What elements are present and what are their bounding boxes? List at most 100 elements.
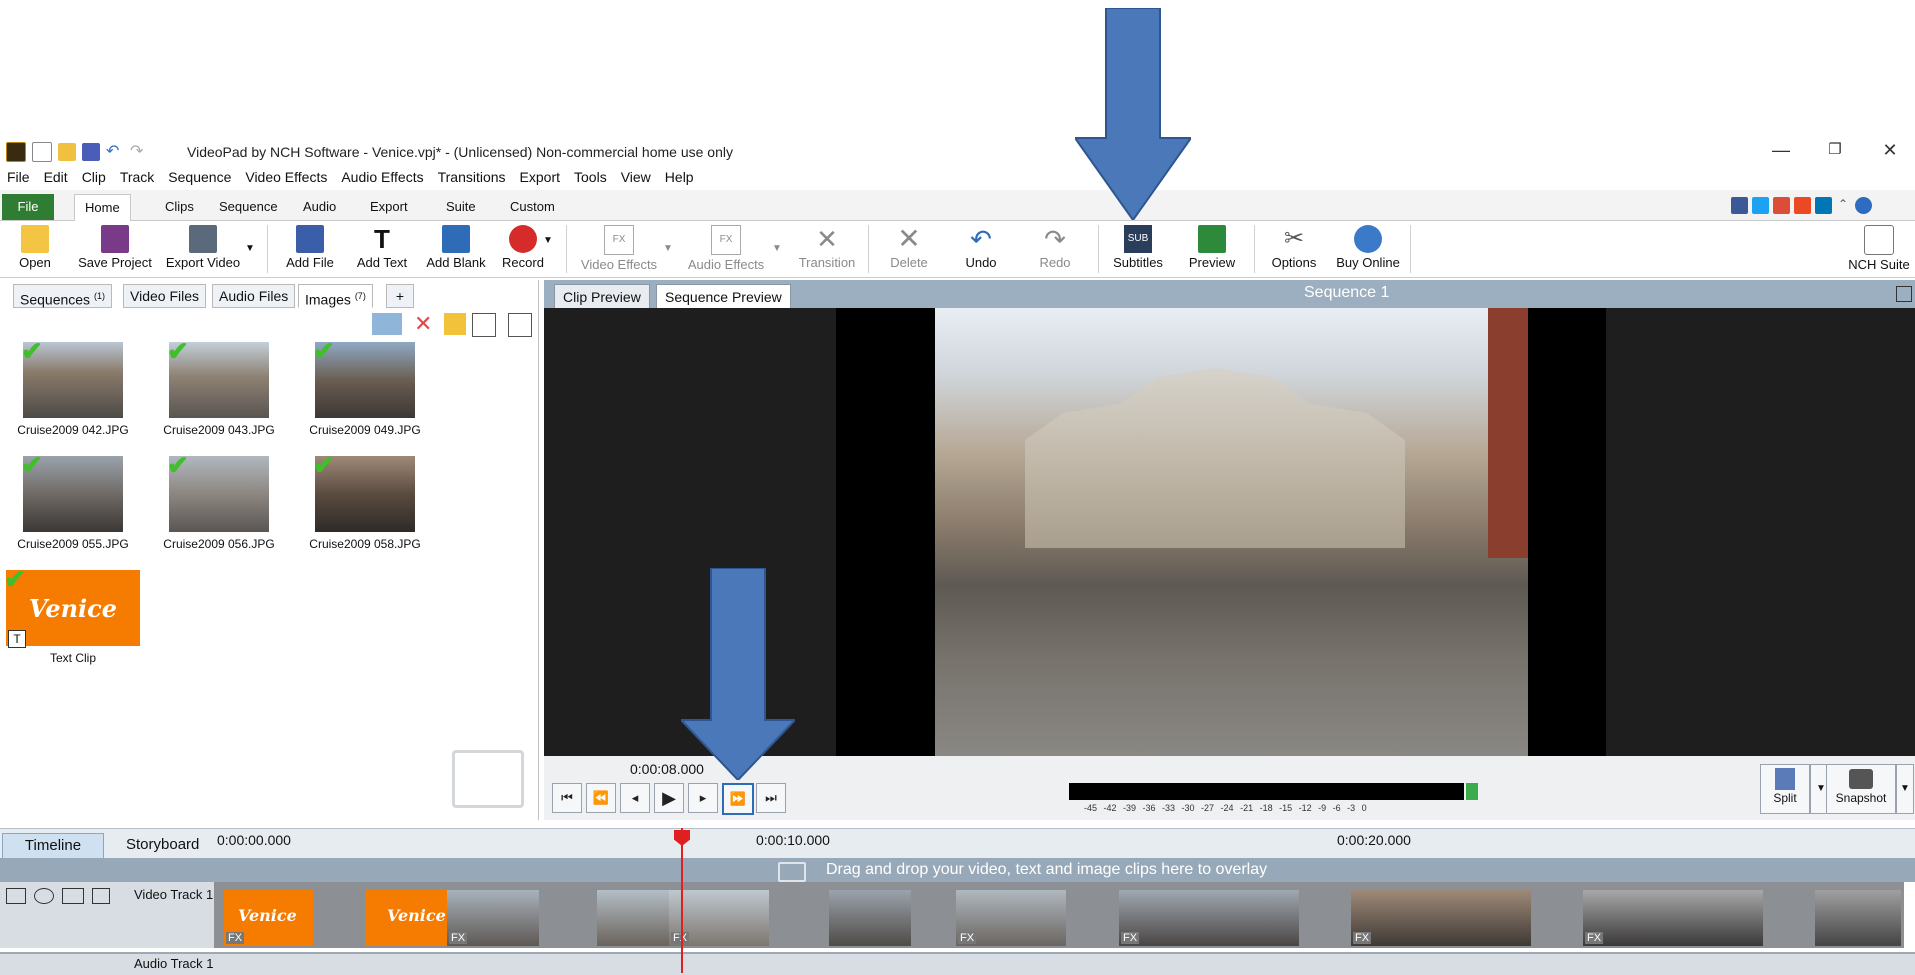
redo-icon[interactable]: ↷ <box>130 143 148 161</box>
tab-audio-files[interactable]: Audio Files <box>212 284 296 308</box>
audio-effects-dropdown-arrow[interactable]: ▼ <box>771 221 783 277</box>
tab-sequence-preview[interactable]: Sequence Preview <box>656 284 791 310</box>
effects-icon[interactable] <box>62 888 84 904</box>
save-icon[interactable] <box>82 143 100 161</box>
snapshot-button[interactable]: Snapshot <box>1826 764 1896 814</box>
tab-audio[interactable]: Audio <box>293 194 346 220</box>
subtitles-button[interactable]: SUB Subtitles <box>1108 221 1168 277</box>
undo-icon[interactable]: ↶ <box>106 143 124 161</box>
bin-sort-icon[interactable] <box>372 313 402 335</box>
go-to-start-button[interactable]: ⏮ <box>552 783 582 813</box>
tab-sequences[interactable]: Sequences (1) <box>13 284 112 308</box>
image-thumbnail[interactable]: ✔ Cruise2009 058.JPG <box>297 452 433 551</box>
menu-video-effects[interactable]: Video Effects <box>238 166 334 188</box>
menu-sequence[interactable]: Sequence <box>161 166 238 188</box>
audio-effects-button[interactable]: FX Audio Effects <box>682 221 770 277</box>
image-clip[interactable] <box>1815 890 1901 946</box>
menu-export[interactable]: Export <box>513 166 567 188</box>
tab-home[interactable]: Home <box>74 194 131 221</box>
image-clip[interactable]: FX <box>447 890 539 946</box>
minimize-button[interactable]: — <box>1769 140 1793 161</box>
split-button[interactable]: Split <box>1760 764 1810 814</box>
snapshot-dropdown-arrow[interactable]: ▼ <box>1896 764 1914 814</box>
export-dropdown-arrow[interactable]: ▼ <box>243 221 257 277</box>
undock-icon[interactable] <box>508 313 532 337</box>
video-effects-dropdown-arrow[interactable]: ▼ <box>662 221 674 277</box>
tab-custom[interactable]: Custom <box>500 194 565 220</box>
step-back-button[interactable]: ◂ <box>620 783 650 813</box>
nch-suite-button[interactable]: NCH Suite <box>1846 221 1912 277</box>
new-project-icon[interactable] <box>32 142 52 162</box>
open-button[interactable]: Open <box>10 221 60 277</box>
google-plus-icon[interactable] <box>1773 197 1790 214</box>
image-thumbnail[interactable]: ✔ Cruise2009 056.JPG <box>151 452 287 551</box>
menu-view[interactable]: View <box>614 166 658 188</box>
buy-online-button[interactable]: Buy Online <box>1332 221 1404 277</box>
redo-button[interactable]: ↷ Redo <box>1030 221 1080 277</box>
lock-icon[interactable] <box>92 888 110 904</box>
image-clip[interactable]: FX <box>1119 890 1299 946</box>
menu-file[interactable]: File <box>0 166 37 188</box>
menu-track[interactable]: Track <box>113 166 161 188</box>
add-file-button[interactable]: Add File <box>282 221 338 277</box>
image-clip[interactable]: FX <box>1351 890 1531 946</box>
record-dropdown-arrow[interactable]: ▼ <box>542 221 554 277</box>
tab-video-files[interactable]: Video Files <box>123 284 207 308</box>
add-bin-tab-button[interactable]: + <box>386 284 414 308</box>
image-thumbnail[interactable]: ✔ Cruise2009 042.JPG <box>5 338 141 437</box>
add-text-button[interactable]: T Add Text <box>352 221 412 277</box>
overlay-drop-zone[interactable]: Drag and drop your video, text and image… <box>0 858 1915 882</box>
image-clip[interactable] <box>597 890 669 946</box>
eye-icon[interactable] <box>34 888 54 904</box>
image-clip[interactable] <box>829 890 911 946</box>
tab-suite[interactable]: Suite <box>436 194 486 220</box>
menu-help[interactable]: Help <box>658 166 701 188</box>
tab-images[interactable]: Images (7) <box>298 284 373 308</box>
image-clip[interactable]: FX <box>1583 890 1763 946</box>
menu-clip[interactable]: Clip <box>75 166 113 188</box>
menu-edit[interactable]: Edit <box>37 166 75 188</box>
image-clip[interactable]: FX <box>956 890 1066 946</box>
record-button[interactable]: Record <box>500 221 546 277</box>
tab-clips[interactable]: Clips <box>155 194 204 220</box>
menu-audio-effects[interactable]: Audio Effects <box>334 166 430 188</box>
step-forward-button[interactable]: ▸ <box>688 783 718 813</box>
remove-icon[interactable]: ✕ <box>414 313 438 335</box>
stumbleupon-icon[interactable] <box>1794 197 1811 214</box>
undo-button[interactable]: ↶ Undo <box>956 221 1006 277</box>
chevron-up-icon[interactable]: ⌃ <box>1838 197 1855 214</box>
video-effects-button[interactable]: FX Video Effects <box>578 221 660 277</box>
menu-tools[interactable]: Tools <box>567 166 614 188</box>
restore-button[interactable]: ❐ <box>1823 140 1847 158</box>
close-button[interactable]: ✕ <box>1878 140 1902 161</box>
image-thumbnail[interactable]: ✔ Cruise2009 049.JPG <box>297 338 433 437</box>
menu-transitions[interactable]: Transitions <box>431 166 513 188</box>
options-button[interactable]: ✂ Options <box>1266 221 1322 277</box>
linkedin-icon[interactable] <box>1815 197 1832 214</box>
text-clip[interactable]: Venice <box>365 890 447 946</box>
preview-button[interactable]: Preview <box>1184 221 1240 277</box>
playhead[interactable] <box>681 828 683 973</box>
tab-clip-preview[interactable]: Clip Preview <box>554 284 650 310</box>
image-thumbnail[interactable]: ✔ Cruise2009 055.JPG <box>5 452 141 551</box>
twitter-icon[interactable] <box>1752 197 1769 214</box>
add-blank-button[interactable]: Add Blank <box>424 221 488 277</box>
video-track-lane[interactable]: Venice FX Venice FX FX FX FX FX FX <box>214 882 1904 948</box>
previous-clip-button[interactable]: ⏪ <box>586 783 616 813</box>
image-thumbnail[interactable]: ✔ Cruise2009 043.JPG <box>151 338 287 437</box>
tab-storyboard[interactable]: Storyboard <box>116 833 209 857</box>
list-view-icon[interactable] <box>472 313 496 337</box>
tab-file[interactable]: File <box>2 194 54 220</box>
image-clip[interactable]: FX <box>669 890 769 946</box>
open-project-icon[interactable] <box>58 143 76 161</box>
delete-button[interactable]: ✕ Delete <box>884 221 934 277</box>
text-clip[interactable]: Venice FX <box>224 890 313 946</box>
tab-sequence[interactable]: Sequence <box>209 194 288 220</box>
new-folder-icon[interactable] <box>444 313 466 335</box>
transition-button[interactable]: ✕ Transition <box>792 221 862 277</box>
tab-export[interactable]: Export <box>360 194 418 220</box>
save-project-button[interactable]: Save Project <box>74 221 156 277</box>
play-button[interactable]: ▶ <box>654 783 684 813</box>
export-video-button[interactable]: Export Video <box>160 221 246 277</box>
next-clip-button[interactable]: ⏩ <box>722 783 754 815</box>
